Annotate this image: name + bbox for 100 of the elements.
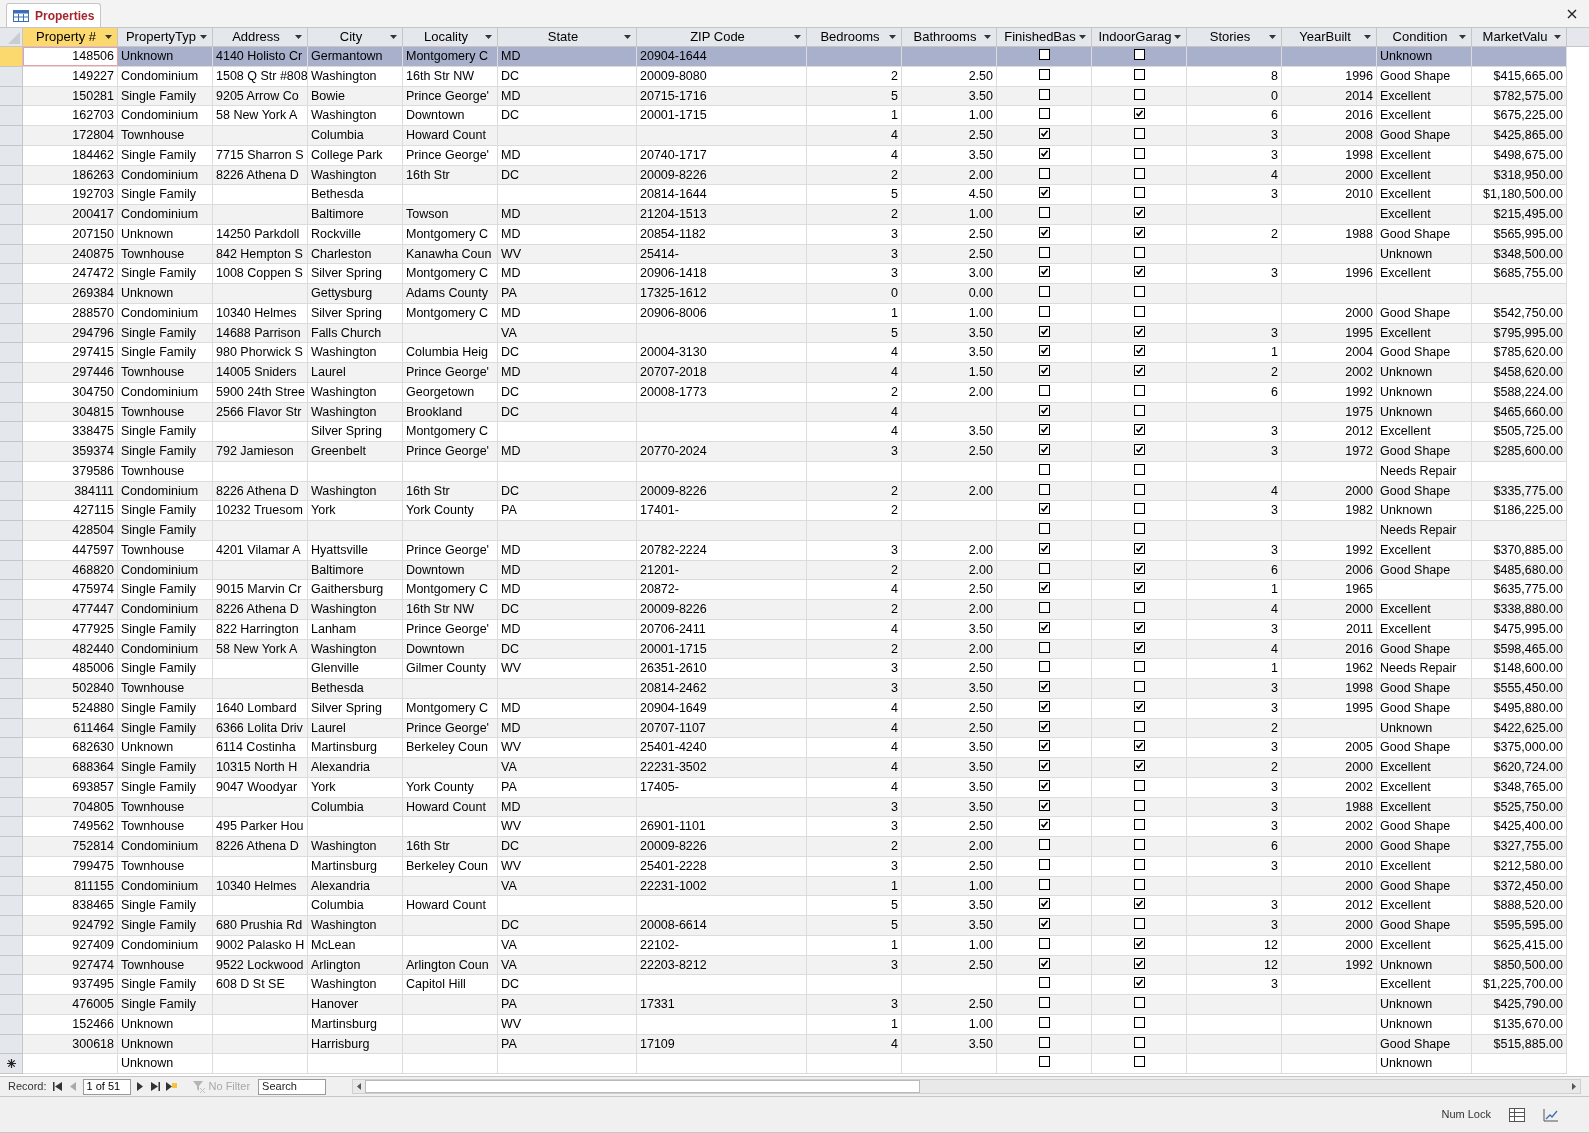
table-row[interactable]: 149227 Condominium 1508 Q Str #808 Washington 16th Str NW DC 20009-8080 2 2.50 8 1996 Good Shape $415,665.00	[23, 66, 1567, 87]
checkbox[interactable]	[1133, 1036, 1145, 1048]
checkbox[interactable]	[1038, 207, 1050, 218]
record-selector[interactable]	[0, 1054, 23, 1074]
checkbox[interactable]	[1038, 345, 1050, 357]
record-position-field[interactable]: 1 of 51	[82, 1078, 131, 1095]
checkbox[interactable]	[1133, 424, 1145, 436]
checkbox[interactable]	[1133, 128, 1145, 139]
checkbox[interactable]	[1038, 641, 1050, 653]
checkbox[interactable]	[1133, 167, 1145, 179]
table-row[interactable]: 838465 Single Family Columbia Howard Count 5 3.50 3 2012 Excellent $888,520.00	[23, 896, 1567, 916]
checkbox[interactable]	[1038, 997, 1050, 1008]
checkbox[interactable]	[1038, 483, 1050, 495]
checkbox[interactable]	[1133, 246, 1145, 258]
table-row[interactable]: 192703 Single Family Bethesda 20814-1644 5 4.50 3 2010 Excellent $1,180,500.00	[23, 185, 1567, 205]
checkbox[interactable]	[1038, 68, 1050, 80]
checkbox[interactable]	[1038, 819, 1050, 831]
checkbox[interactable]	[1133, 444, 1145, 455]
table-row[interactable]: 269384 Unknown Gettysburg Adams County PA 17325-1612 0 0.00	[23, 284, 1567, 304]
first-record-icon[interactable]	[53, 1082, 63, 1091]
checkbox[interactable]	[1133, 740, 1145, 752]
table-row[interactable]: 200417 Condominium Baltimore Towson MD 21204-1513 2 1.00 Excellent $215,495.00	[23, 205, 1567, 225]
table-row[interactable]: 688364 Single Family 10315 North H Alexandria VA 22231-3502 4 3.50 2 2000 Excellent $620,724.00	[23, 758, 1567, 778]
table-row[interactable]: 148506 Unknown 4140 Holisto Cr Germantown Montgomery C MD 20904-1644 Unknown	[23, 47, 1567, 67]
table-row[interactable]: 611464 Single Family 6366 Lolita Driv Laurel Prince George' MD 20707-1107 4 2.50 2 Unknown $422,625.00	[23, 718, 1567, 739]
table-row[interactable]: 207150 Unknown 14250 Parkdoll Rockville Montgomery C MD 20854-1182 3 2.50 2 1988 Good Shape $565,995.00	[23, 224, 1567, 245]
checkbox[interactable]	[1133, 839, 1145, 850]
checkbox[interactable]	[1038, 286, 1050, 297]
table-row[interactable]: 927409 Condominium 9002 Palasko H McLean VA 22102- 1 1.00 12 2000 Excellent $625,415.00	[23, 935, 1567, 956]
table-row[interactable]: 162703 Condominium 58 New York A Washington Downtown DC 20001-1715 1 1.00 6 2016 Excellent $675,225.00	[23, 106, 1567, 126]
checkbox[interactable]	[1133, 523, 1145, 534]
column-header[interactable]: Property #	[23, 28, 118, 46]
table-row[interactable]: 152466 Unknown Martinsburg WV 1 1.00 Unknown $135,670.00	[23, 1014, 1567, 1035]
checkbox[interactable]	[1038, 187, 1050, 199]
table-row[interactable]: 300618 Unknown Harrisburg PA 17109 4 3.50 Good Shape $515,885.00	[23, 1034, 1567, 1055]
search-field[interactable]: Search	[258, 1078, 327, 1095]
table-row[interactable]: 682630 Unknown 6114 Costinha Martinsburg Berkeley Coun WV 25401-4240 4 3.50 3 2005 Good Shape $375,000.00	[23, 738, 1567, 758]
checkbox[interactable]	[1038, 167, 1050, 179]
table-row[interactable]: 427115 Single Family 10232 Truesom York York County PA 17401- 2 3 1982 Unknown $186,225.00	[23, 501, 1567, 521]
table-row[interactable]: 704805 Townhouse Columbia Howard Count MD 3 3.50 3 1988 Excellent $525,750.00	[23, 797, 1567, 818]
table-row[interactable]: 184462 Single Family 7715 Sharron S College Park Prince George' MD 20740-1717 4 3.50 3 1998 Excellent $498,675.00	[23, 145, 1567, 166]
checkbox[interactable]	[1133, 878, 1145, 890]
table-row[interactable]: 150281 Single Family 9205 Arrow Co Bowie Prince George' MD 20715-1716 5 3.50 0 2014 Excellent $782,575.00	[23, 86, 1567, 107]
checkbox[interactable]	[1133, 384, 1145, 396]
checkbox[interactable]	[1038, 700, 1050, 712]
checkbox[interactable]	[1038, 681, 1050, 692]
checkbox[interactable]	[1133, 582, 1145, 594]
checkbox[interactable]	[1038, 305, 1050, 317]
checkbox[interactable]	[1133, 641, 1145, 653]
checkbox[interactable]	[1133, 483, 1145, 495]
checkbox[interactable]	[1038, 621, 1050, 633]
checkbox[interactable]	[1038, 582, 1050, 594]
checkbox[interactable]	[1038, 1016, 1050, 1028]
checkbox[interactable]	[1133, 700, 1145, 712]
checkbox[interactable]	[1133, 937, 1145, 949]
table-row[interactable]: 240875 Townhouse 842 Hempton S Charleston Kanawha Coun WV 25414- 3 2.50 Unknown $348,500.00	[23, 244, 1567, 265]
table-row[interactable]: 304750 Condominium 5900 24th Stree Washington Georgetown DC 20008-1773 2 2.00 6 1992 Unknown $588,224.00	[23, 382, 1567, 403]
checkbox[interactable]	[1133, 325, 1145, 337]
checkbox[interactable]	[1038, 424, 1050, 436]
table-row[interactable]: 379586 Townhouse Needs Repair	[23, 461, 1567, 482]
checkbox[interactable]	[1133, 345, 1145, 357]
checkbox[interactable]	[1133, 681, 1145, 692]
checkbox[interactable]	[1133, 918, 1145, 929]
checkbox[interactable]	[1038, 266, 1050, 278]
table-row[interactable]: 447597 Townhouse 4201 Vilamar A Hyattsville Prince George' MD 20782-2224 3 2.00 3 1992 Excellent $370,885.00	[23, 540, 1567, 561]
checkbox[interactable]	[1133, 898, 1145, 910]
checkbox[interactable]	[1133, 621, 1145, 633]
checkbox[interactable]	[1038, 1056, 1050, 1068]
table-row[interactable]: 338475 Single Family Silver Spring Montgomery C 4 3.50 3 2012 Excellent $505,725.00	[23, 422, 1567, 442]
table-row[interactable]: 186263 Condominium 8226 Athena D Washington 16th Str DC 20009-8226 2 2.00 4 2000 Excellent $318,950.00	[23, 165, 1567, 186]
table-row[interactable]: 476005 Single Family Hanover PA 17331 3 2.50 Unknown $425,790.00	[23, 995, 1567, 1015]
checkbox[interactable]	[1038, 108, 1050, 120]
table-row[interactable]: 384111 Condominium 8226 Athena D Washington 16th Str DC 20009-8226 2 2.00 4 2000 Good Shape $335,775.00	[23, 481, 1567, 502]
checkbox[interactable]	[1133, 503, 1145, 515]
table-row[interactable]: 304815 Townhouse 2566 Flavor Str Washington Brookland DC 4 1975 Unknown $465,660.00	[23, 402, 1567, 423]
checkbox[interactable]	[1038, 463, 1050, 475]
checkbox[interactable]	[1133, 602, 1145, 613]
checkbox[interactable]	[1038, 88, 1050, 100]
checkbox[interactable]	[1038, 661, 1050, 673]
table-row[interactable]: 927474 Townhouse 9522 Lockwood Arlington Arlington Coun VA 22203-8212 3 2.50 12 1992 Unknown $850,500.00	[23, 955, 1567, 976]
checkbox[interactable]	[1038, 384, 1050, 396]
table-row[interactable]: 477925 Single Family 822 Harrington Lanham Prince George' MD 20706-2411 4 3.50 3 2011 Excellent $475,995.00	[23, 619, 1567, 640]
table-row[interactable]: 924792 Single Family 680 Prushia Rd Washington DC 20008-6614 5 3.50 3 2000 Good Shape $595,595.00	[23, 916, 1567, 936]
checkbox[interactable]	[1038, 1036, 1050, 1048]
checkbox[interactable]	[1133, 286, 1145, 297]
checkbox[interactable]	[1038, 444, 1050, 455]
table-row[interactable]: 288570 Condominium 10340 Helmes Silver Spring Montgomery C MD 20906-8006 1 1.00 2000 Good Shape $542,750.00	[23, 303, 1567, 324]
checkbox[interactable]	[1133, 542, 1145, 554]
checkbox[interactable]	[1133, 207, 1145, 218]
checkbox[interactable]	[1038, 720, 1050, 732]
next-record-icon[interactable]	[135, 1082, 145, 1091]
table-row[interactable]: 294796 Single Family 14688 Parrison Falls Church VA 5 3.50 3 1995 Excellent $795,995.00	[23, 323, 1567, 344]
checkbox[interactable]	[1038, 602, 1050, 613]
table-row[interactable]: 937495 Single Family 608 D St SE Washington Capitol Hill DC 3 Excellent $1,225,700.00	[23, 975, 1567, 995]
checkbox[interactable]	[1133, 305, 1145, 317]
checkbox[interactable]	[1038, 523, 1050, 534]
checkbox[interactable]	[1133, 562, 1145, 574]
table-row[interactable]: 428504 Single Family Needs Repair	[23, 521, 1567, 541]
table-row[interactable]: 524880 Single Family 1640 Lombard Silver Spring Montgomery C MD 20904-1649 4 2.50 3 1995 Good Shape $495,880.00	[23, 698, 1567, 719]
table-row[interactable]: 485006 Single Family Glenville Gilmer County WV 26351-2610 3 2.50 1 1962 Needs Repair $148,600.00	[23, 659, 1567, 679]
